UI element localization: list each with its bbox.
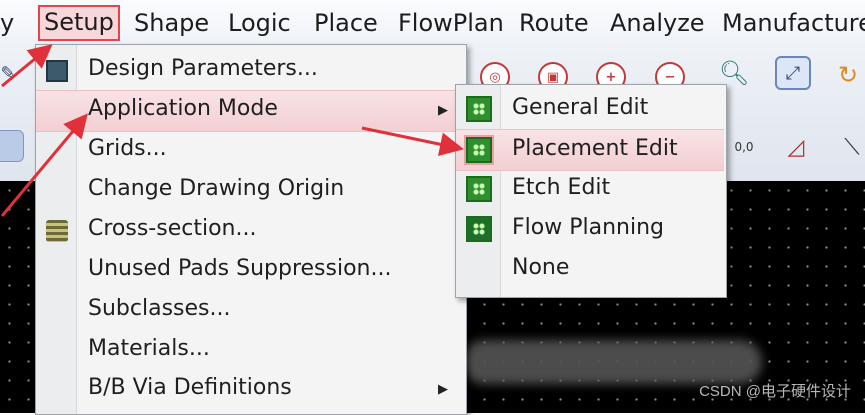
angle-icon[interactable]: ◿ [780,132,812,162]
menu-item-label: Design Parameters... [88,56,318,81]
menu-manufacture[interactable]: Manufacture [722,7,865,39]
submenu-item-placement-edit[interactable]: Placement Edit [456,129,724,171]
submenu-item-label: Etch Edit [512,175,611,200]
cross-section-icon [46,220,68,242]
menu-analyze[interactable]: Analyze [610,7,705,39]
redraw-icon[interactable]: ↻ [832,60,864,90]
watermark: CSDN @电子硬件设计 [699,383,851,400]
submenu-item-etch-edit[interactable]: Etch Edit [456,169,724,209]
menubar: y Setup Shape Logic Place FlowPlan Route… [0,0,865,47]
toolbar-tool-icon[interactable] [0,130,24,162]
etch-edit-icon [466,176,492,202]
menu-item-label: Change Drawing Origin [88,176,345,201]
flow-planning-icon [466,216,492,242]
menu-logic[interactable]: Logic [228,7,291,39]
menu-item-bb-via-definitions[interactable]: B/B Via Definitions ▶ [36,370,464,410]
menu-view-partial[interactable]: y [0,7,14,39]
menu-route[interactable]: Route [519,7,589,39]
menu-item-grids[interactable]: Grids... [36,131,464,171]
menu-item-cross-section[interactable]: Cross-section... [36,211,464,251]
submenu-arrow-icon: ▶ [438,103,448,118]
submenu-item-none[interactable]: None [456,249,724,289]
submenu-item-general-edit[interactable]: General Edit [456,89,724,129]
submenu-item-label: Placement Edit [512,136,678,161]
menu-item-label: Grids... [88,136,167,161]
menu-item-label: Materials... [88,336,210,361]
menu-item-label: Cross-section... [88,216,257,241]
submenu-item-flow-planning[interactable]: Flow Planning [456,209,724,249]
submenu-item-label: None [512,255,570,280]
menu-item-unused-pads-suppression[interactable]: Unused Pads Suppression... [36,251,464,291]
general-edit-icon [466,96,492,122]
menu-item-design-parameters[interactable]: Design Parameters... [36,51,464,91]
submenu-arrow-icon: ▶ [438,382,448,397]
menu-item-subclasses[interactable]: Subclasses... [36,291,464,331]
menu-item-application-mode[interactable]: Application Mode ▶ [36,90,464,132]
design-parameters-icon [46,60,68,82]
menu-item-label: Subclasses... [88,296,231,321]
blurred-region [462,340,762,384]
menu-item-label: B/B Via Definitions [88,375,292,400]
placement-edit-icon [464,135,494,165]
menu-flowplan[interactable]: FlowPlan [398,7,504,39]
application-mode-submenu: General Edit Placement Edit Etch Edit Fl… [455,84,727,298]
menu-item-label: Application Mode [88,96,278,121]
measure-icon[interactable]: 0,0 [728,132,760,162]
menu-item-change-drawing-origin[interactable]: Change Drawing Origin [36,171,464,211]
menu-item-label: Unused Pads Suppression... [88,256,392,281]
menu-shape[interactable]: Shape [134,7,209,39]
zoom-world-icon[interactable]: ⤢ [775,56,811,90]
submenu-item-label: Flow Planning [512,215,664,240]
submenu-item-label: General Edit [512,95,649,120]
toolbar-tool-icon[interactable]: ✎ [0,58,24,88]
menu-item-materials[interactable]: Materials... [36,331,464,371]
line-tool-icon[interactable]: ⟍ [836,132,865,162]
menu-setup[interactable]: Setup [38,5,120,41]
menu-place[interactable]: Place [314,7,378,39]
setup-menu: Design Parameters... Application Mode ▶ … [35,44,467,415]
